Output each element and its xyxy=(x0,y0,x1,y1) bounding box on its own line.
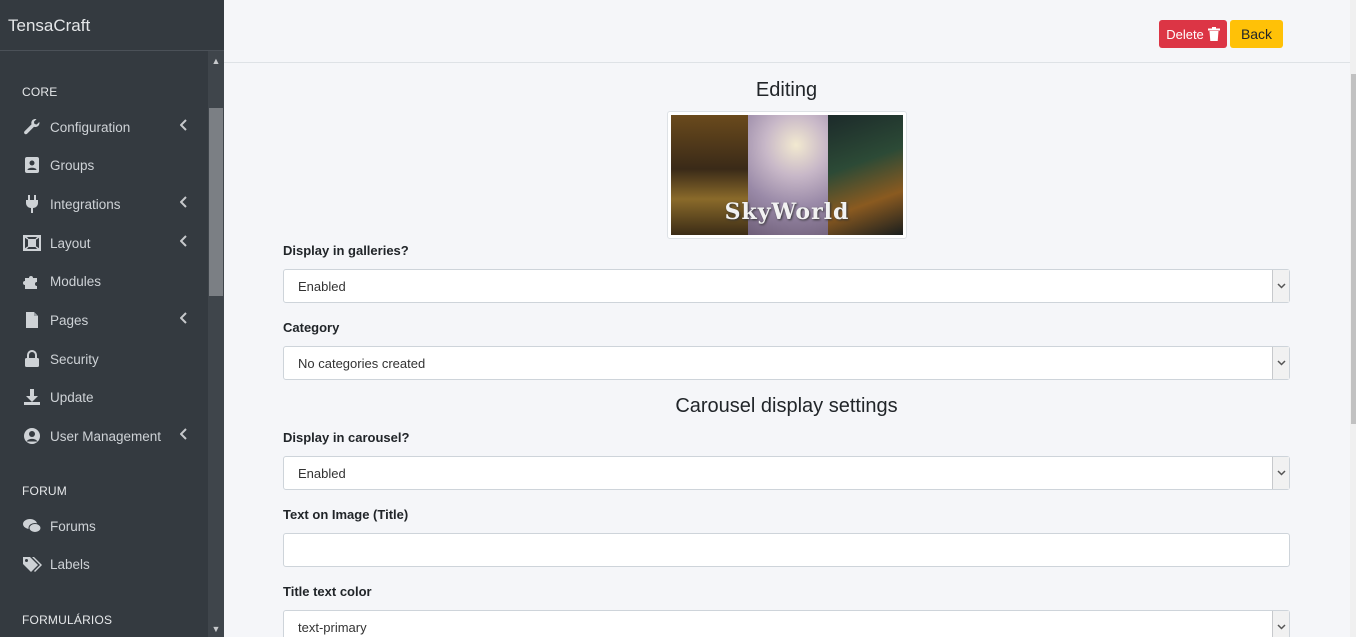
chevron-down-icon[interactable] xyxy=(1272,347,1289,379)
tags-icon xyxy=(22,554,42,574)
editing-title: Editing xyxy=(755,79,818,101)
download-icon xyxy=(22,387,42,407)
section-core: CORE xyxy=(22,85,58,99)
display-carousel-value: Enabled xyxy=(298,465,346,481)
chevron-left-icon xyxy=(179,312,188,327)
wrench-icon xyxy=(22,117,42,137)
chevron-down-icon[interactable] xyxy=(1272,270,1289,302)
title-color-value: text-primary xyxy=(298,619,367,635)
carousel-settings-heading: Carousel display settings xyxy=(675,395,898,417)
trash-icon xyxy=(1207,27,1220,41)
delete-label: Delete xyxy=(1166,26,1204,42)
sidebar-item-modules[interactable]: Modules xyxy=(22,269,192,293)
title-text-label: Text on Image (Title) xyxy=(283,507,409,522)
scroll-up-icon[interactable]: ▲ xyxy=(208,53,224,69)
category-select[interactable]: No categories created xyxy=(283,346,1290,380)
image-logo-text: SkyWorld xyxy=(724,199,850,225)
user-circle-icon xyxy=(22,426,42,446)
display-galleries-value: Enabled xyxy=(298,278,346,294)
sidebar-item-forums[interactable]: Forums xyxy=(22,514,192,538)
chevron-left-icon xyxy=(179,235,188,250)
sidebar-item-label: Pages xyxy=(50,312,89,328)
title-text-input[interactable] xyxy=(283,533,1290,567)
sidebar-item-labels[interactable]: Labels xyxy=(22,552,192,576)
sidebar-item-label: Configuration xyxy=(50,119,131,135)
back-button[interactable]: Back xyxy=(1230,20,1283,48)
sidebar-item-label: Integrations xyxy=(50,196,121,212)
sidebar-item-security[interactable]: Security xyxy=(22,347,192,371)
scroll-down-icon[interactable]: ▼ xyxy=(208,621,224,637)
title-color-select[interactable]: text-primary xyxy=(283,610,1290,637)
display-carousel-select[interactable]: Enabled xyxy=(283,456,1290,490)
page-scrollbar[interactable] xyxy=(1350,0,1356,637)
layout-icon xyxy=(22,233,42,253)
sidebar-item-configuration[interactable]: Configuration xyxy=(22,115,192,139)
id-card-icon xyxy=(22,155,42,175)
chevron-left-icon xyxy=(179,196,188,211)
sidebar-scrollbar[interactable]: ▲ ▼ xyxy=(208,51,224,637)
chevron-left-icon xyxy=(179,119,188,134)
chevron-left-icon xyxy=(179,428,188,443)
title-color-label: Title text color xyxy=(283,584,372,599)
chevron-down-icon[interactable] xyxy=(1272,457,1289,489)
file-icon xyxy=(22,310,42,330)
section-forum: FORUM xyxy=(22,484,67,498)
display-galleries-label: Display in galleries? xyxy=(283,243,409,258)
sidebar-item-update[interactable]: Update xyxy=(22,385,192,409)
sidebar-item-pages[interactable]: Pages xyxy=(22,308,192,332)
sidebar-item-label: Security xyxy=(50,351,99,367)
sidebar-item-label: Layout xyxy=(50,235,91,251)
sidebar-item-label: Groups xyxy=(50,157,95,173)
comments-icon xyxy=(22,516,42,536)
sidebar-item-layout[interactable]: Layout xyxy=(22,231,192,255)
sidebar-item-user-management[interactable]: User Management xyxy=(22,424,192,448)
brand-title[interactable]: TensaCraft xyxy=(0,0,224,51)
sidebar-item-label: Update xyxy=(50,389,94,405)
skyworld-image: SkyWorld xyxy=(671,115,903,235)
category-value: No categories created xyxy=(298,355,426,371)
sidebar: TensaCraft CORE Configuration Groups Int… xyxy=(0,0,224,637)
sidebar-item-label: Modules xyxy=(50,273,102,289)
sidebar-item-label: Forums xyxy=(50,518,96,534)
sidebar-item-integrations[interactable]: Integrations xyxy=(22,192,192,216)
section-formularios: FORMULÁRIOS xyxy=(22,613,113,627)
lock-icon xyxy=(22,349,42,369)
category-label: Category xyxy=(283,320,340,335)
display-galleries-select[interactable]: Enabled xyxy=(283,269,1290,303)
delete-button[interactable]: Delete xyxy=(1159,20,1227,48)
sidebar-item-label: User Management xyxy=(50,428,162,444)
sidebar-item-groups[interactable]: Groups xyxy=(22,153,192,177)
display-carousel-label: Display in carousel? xyxy=(283,430,410,445)
top-toolbar: Delete Back xyxy=(224,0,1350,63)
puzzle-icon xyxy=(22,271,42,291)
plug-icon xyxy=(22,194,42,214)
page-scroll-thumb[interactable] xyxy=(1351,74,1356,424)
image-thumbnail: SkyWorld xyxy=(667,111,907,239)
sidebar-item-label: Labels xyxy=(50,556,90,572)
sidebar-scroll-thumb[interactable] xyxy=(209,108,223,296)
chevron-down-icon[interactable] xyxy=(1272,611,1289,637)
